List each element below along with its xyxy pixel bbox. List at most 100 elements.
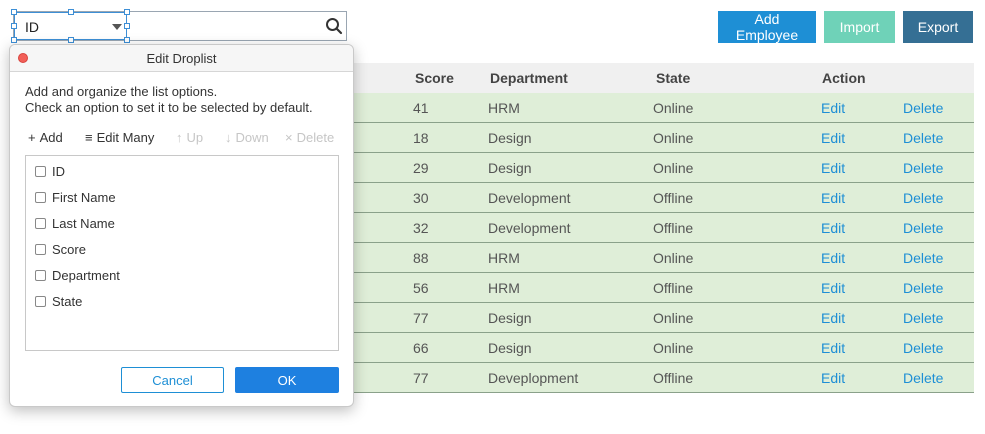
cell-department: Development [488, 220, 571, 236]
ok-button[interactable]: OK [235, 367, 339, 393]
table-row: 77 Design Online Edit Delete [352, 303, 974, 333]
resize-handle[interactable] [11, 37, 17, 43]
edit-many-label: Edit Many [96, 130, 155, 145]
resize-handle[interactable] [124, 9, 130, 15]
cell-state: Online [653, 250, 694, 266]
header-action: Action [822, 70, 866, 86]
cell-score: 32 [413, 220, 429, 236]
edit-link[interactable]: Edit [821, 250, 845, 266]
list-item[interactable]: State [35, 294, 82, 309]
resize-handle[interactable] [124, 37, 130, 43]
list-item[interactable]: First Name [35, 190, 116, 205]
resize-handle[interactable] [11, 9, 17, 15]
edit-link[interactable]: Edit [821, 340, 845, 356]
table-row: 56 HRM Offline Edit Delete [352, 273, 974, 303]
edit-link[interactable]: Edit [821, 280, 845, 296]
field-dropdown[interactable]: ID [14, 12, 127, 40]
dialog-title: Edit Droplist [146, 51, 217, 66]
search-icon[interactable] [325, 17, 343, 35]
option-label: State [52, 294, 83, 309]
cell-department: Development [488, 190, 571, 206]
dropdown-value: ID [25, 19, 39, 35]
option-label: First Name [52, 190, 116, 205]
dialog-titlebar[interactable]: Edit Droplist [10, 45, 353, 72]
delete-link[interactable]: Delete [903, 100, 943, 116]
add-option-button[interactable]: + Add [28, 130, 63, 145]
delete-link[interactable]: Delete [903, 250, 943, 266]
edit-link[interactable]: Edit [821, 370, 845, 386]
add-employee-button[interactable]: Add Employee [718, 11, 816, 43]
delete-link[interactable]: Delete [903, 220, 943, 236]
arrow-up-icon: ↑ [176, 130, 183, 145]
options-list[interactable]: ID First Name Last Name Score Department… [25, 155, 339, 351]
table-row: 18 Design Online Edit Delete [352, 123, 974, 153]
delete-option-button[interactable]: × Delete [285, 130, 334, 145]
edit-link[interactable]: Edit [821, 190, 845, 206]
delete-label: Delete [296, 130, 335, 145]
list-icon: ≡ [85, 130, 93, 145]
cell-score: 77 [413, 370, 429, 386]
delete-link[interactable]: Delete [903, 130, 943, 146]
option-label: Last Name [52, 216, 115, 231]
table-row: 30 Development Offline Edit Delete [352, 183, 974, 213]
edit-link[interactable]: Edit [821, 130, 845, 146]
resize-handle[interactable] [68, 9, 74, 15]
cell-state: Online [653, 310, 694, 326]
delete-link[interactable]: Delete [903, 370, 943, 386]
export-button[interactable]: Export [903, 11, 973, 43]
table-row: 41 HRM Online Edit Delete [352, 93, 974, 123]
add-label: Add [39, 130, 63, 145]
chevron-down-icon[interactable] [112, 24, 122, 30]
list-item[interactable]: Score [35, 242, 86, 257]
dialog-description: Check an option to set it to be selected… [25, 100, 313, 115]
resize-handle[interactable] [68, 37, 74, 43]
move-down-button[interactable]: ↓ Down [225, 130, 269, 145]
edit-link[interactable]: Edit [821, 310, 845, 326]
cell-department: Deveplopment [488, 370, 579, 386]
cell-state: Online [653, 100, 694, 116]
cell-score: 56 [413, 280, 429, 296]
cell-state: Online [653, 130, 694, 146]
table-row: 29 Design Online Edit Delete [352, 153, 974, 183]
edit-link[interactable]: Edit [821, 160, 845, 176]
default-checkbox[interactable] [35, 296, 46, 307]
cell-score: 66 [413, 340, 429, 356]
import-button[interactable]: Import [824, 11, 895, 43]
cell-score: 88 [413, 250, 429, 266]
delete-link[interactable]: Delete [903, 280, 943, 296]
cell-department: Design [488, 340, 532, 356]
dialog-description: Add and organize the list options. [25, 84, 218, 99]
default-checkbox[interactable] [35, 218, 46, 229]
cell-department: Design [488, 160, 532, 176]
resize-handle[interactable] [11, 23, 17, 29]
default-checkbox[interactable] [35, 166, 46, 177]
plus-icon: + [28, 130, 36, 145]
edit-link[interactable]: Edit [821, 220, 845, 236]
option-label: Department [52, 268, 120, 283]
header-score: Score [415, 70, 454, 86]
header-state: State [656, 70, 691, 86]
edit-many-button[interactable]: ≡ Edit Many [85, 130, 154, 145]
delete-link[interactable]: Delete [903, 340, 943, 356]
cancel-button[interactable]: Cancel [121, 367, 224, 393]
arrow-down-icon: ↓ [225, 130, 232, 145]
default-checkbox[interactable] [35, 270, 46, 281]
delete-link[interactable]: Delete [903, 310, 943, 326]
cell-state: Online [653, 160, 694, 176]
list-item[interactable]: Department [35, 268, 120, 283]
list-item[interactable]: ID [35, 164, 65, 179]
edit-link[interactable]: Edit [821, 100, 845, 116]
delete-link[interactable]: Delete [903, 160, 943, 176]
default-checkbox[interactable] [35, 192, 46, 203]
table-row: 77 Deveplopment Offline Edit Delete [352, 363, 974, 393]
move-up-button[interactable]: ↑ Up [176, 130, 203, 145]
list-item[interactable]: Last Name [35, 216, 115, 231]
edit-droplist-dialog: Edit Droplist Add and organize the list … [9, 44, 354, 407]
cell-department: HRM [488, 100, 520, 116]
resize-handle[interactable] [124, 23, 130, 29]
down-label: Down [235, 130, 269, 145]
cell-score: 30 [413, 190, 429, 206]
cell-department: Design [488, 130, 532, 146]
default-checkbox[interactable] [35, 244, 46, 255]
delete-link[interactable]: Delete [903, 190, 943, 206]
